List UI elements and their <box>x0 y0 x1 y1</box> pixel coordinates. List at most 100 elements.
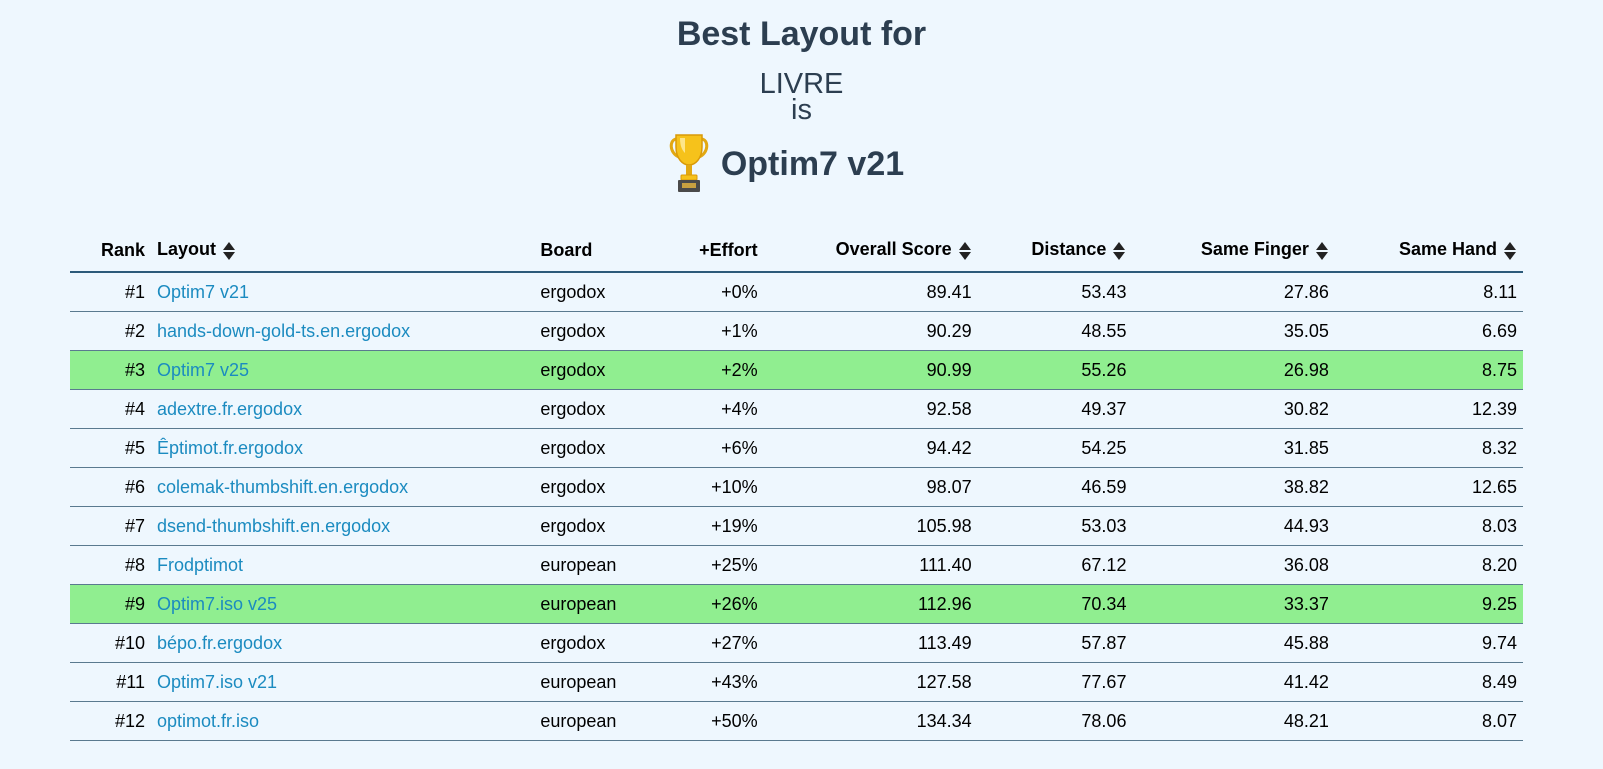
overall-score-cell: 89.41 <box>763 272 978 312</box>
sort-icon[interactable] <box>222 241 236 261</box>
rank-cell: #12 <box>70 701 151 741</box>
effort-cell: +10% <box>661 467 764 507</box>
board-cell: ergodox <box>534 272 662 312</box>
same-finger-cell: 30.82 <box>1132 389 1335 429</box>
overall-score-cell: 134.34 <box>763 701 978 741</box>
overall-score-cell: 98.07 <box>763 467 978 507</box>
effort-cell: +4% <box>661 389 764 429</box>
rank-cell: #4 <box>70 389 151 429</box>
board-cell: ergodox <box>534 467 662 507</box>
winner-banner: Optim7 v21 <box>0 128 1603 200</box>
table-row: #2 hands-down-gold-ts.en.ergodox ergodox… <box>70 311 1523 351</box>
overall-score-cell: 90.99 <box>763 350 978 390</box>
distance-cell: 67.12 <box>977 545 1133 585</box>
board-cell: ergodox <box>534 623 662 663</box>
page-header: Best Layout for LIVRE is Optim7 v21 <box>0 0 1603 200</box>
rank-cell: #1 <box>70 272 151 312</box>
overall-score-cell: 127.58 <box>763 662 978 702</box>
same-hand-cell: 8.07 <box>1334 701 1523 741</box>
effort-cell: +6% <box>661 428 764 468</box>
board-cell: ergodox <box>534 350 662 390</box>
layout-link[interactable]: adextre.fr.ergodox <box>157 399 302 419</box>
distance-cell: 57.87 <box>977 623 1133 663</box>
same-hand-cell: 8.20 <box>1334 545 1523 585</box>
layout-link[interactable]: Frodptimot <box>157 555 243 575</box>
rank-cell: #10 <box>70 623 151 663</box>
table-row-highlighted: #9 Optim7.iso v25 european +26% 112.96 7… <box>70 584 1523 624</box>
layout-link[interactable]: dsend-thumbshift.en.ergodox <box>157 516 390 536</box>
results-table: Rank Layout Board +Effort Overall Score … <box>70 229 1523 741</box>
distance-cell: 78.06 <box>977 701 1133 741</box>
table-row: #8 Frodptimot european +25% 111.40 67.12… <box>70 545 1523 585</box>
layout-link[interactable]: Êptimot.fr.ergodox <box>157 438 303 458</box>
column-label-same-hand: Same Hand <box>1398 239 1497 260</box>
same-hand-cell: 12.65 <box>1334 467 1523 507</box>
layout-link[interactable]: bépo.fr.ergodox <box>157 633 282 653</box>
rank-cell: #11 <box>70 662 151 702</box>
distance-cell: 77.67 <box>977 662 1133 702</box>
rank-cell: #9 <box>70 584 151 624</box>
effort-cell: +2% <box>661 350 764 390</box>
column-header-rank: Rank <box>70 229 151 273</box>
rank-cell: #6 <box>70 467 151 507</box>
column-label-distance: Distance <box>1031 239 1107 260</box>
rank-cell: #8 <box>70 545 151 585</box>
overall-score-cell: 113.49 <box>763 623 978 663</box>
effort-cell: +43% <box>661 662 764 702</box>
effort-cell: +1% <box>661 311 764 351</box>
layout-cell: adextre.fr.ergodox <box>150 389 535 429</box>
rank-cell: #7 <box>70 506 151 546</box>
sort-icon[interactable] <box>1503 241 1517 261</box>
effort-cell: +25% <box>661 545 764 585</box>
effort-cell: +27% <box>661 623 764 663</box>
table-row: #10 bépo.fr.ergodox ergodox +27% 113.49 … <box>70 623 1523 663</box>
effort-cell: +0% <box>661 272 764 312</box>
sort-icon[interactable] <box>1112 241 1126 261</box>
same-finger-cell: 48.21 <box>1132 701 1335 741</box>
layout-cell: Optim7.iso v21 <box>150 662 535 702</box>
layout-cell: Êptimot.fr.ergodox <box>150 428 535 468</box>
column-header-distance[interactable]: Distance <box>977 229 1133 273</box>
column-header-effort: +Effort <box>661 229 764 273</box>
same-hand-cell: 12.39 <box>1334 389 1523 429</box>
layout-cell: Optim7 v21 <box>150 272 535 312</box>
same-finger-cell: 44.93 <box>1132 506 1335 546</box>
board-cell: european <box>534 701 662 741</box>
table-row: #5 Êptimot.fr.ergodox ergodox +6% 94.42 … <box>70 428 1523 468</box>
same-finger-cell: 45.88 <box>1132 623 1335 663</box>
layout-cell: optimot.fr.iso <box>150 701 535 741</box>
sort-icon[interactable] <box>958 241 972 261</box>
layout-link[interactable]: hands-down-gold-ts.en.ergodox <box>157 321 410 341</box>
distance-cell: 55.26 <box>977 350 1133 390</box>
same-hand-cell: 8.03 <box>1334 506 1523 546</box>
column-header-layout[interactable]: Layout <box>150 229 535 273</box>
layout-cell: Optim7 v25 <box>150 350 535 390</box>
layout-link[interactable]: Optim7 v25 <box>157 360 249 380</box>
distance-cell: 53.03 <box>977 506 1133 546</box>
layout-link[interactable]: Optim7.iso v25 <box>157 594 277 614</box>
sort-icon[interactable] <box>1315 241 1329 261</box>
column-header-overall[interactable]: Overall Score <box>763 229 978 273</box>
layout-link[interactable]: optimot.fr.iso <box>157 711 259 731</box>
distance-cell: 48.55 <box>977 311 1133 351</box>
table-row: #1 Optim7 v21 ergodox +0% 89.41 53.43 27… <box>70 272 1523 312</box>
overall-score-cell: 90.29 <box>763 311 978 351</box>
table-row: #11 Optim7.iso v21 european +43% 127.58 … <box>70 662 1523 702</box>
layout-link[interactable]: Optim7 v21 <box>157 282 249 302</box>
column-label-same-finger: Same Finger <box>1200 239 1309 260</box>
effort-cell: +19% <box>661 506 764 546</box>
same-finger-cell: 31.85 <box>1132 428 1335 468</box>
layout-cell: dsend-thumbshift.en.ergodox <box>150 506 535 546</box>
column-header-same-finger[interactable]: Same Finger <box>1132 229 1335 273</box>
layout-link[interactable]: Optim7.iso v21 <box>157 672 277 692</box>
rank-cell: #5 <box>70 428 151 468</box>
same-finger-cell: 35.05 <box>1132 311 1335 351</box>
same-hand-cell: 9.74 <box>1334 623 1523 663</box>
layout-link[interactable]: colemak-thumbshift.en.ergodox <box>157 477 408 497</box>
effort-cell: +26% <box>661 584 764 624</box>
rank-cell: #2 <box>70 311 151 351</box>
same-hand-cell: 8.32 <box>1334 428 1523 468</box>
distance-cell: 46.59 <box>977 467 1133 507</box>
column-header-board: Board <box>534 229 662 273</box>
column-header-same-hand[interactable]: Same Hand <box>1334 229 1523 273</box>
